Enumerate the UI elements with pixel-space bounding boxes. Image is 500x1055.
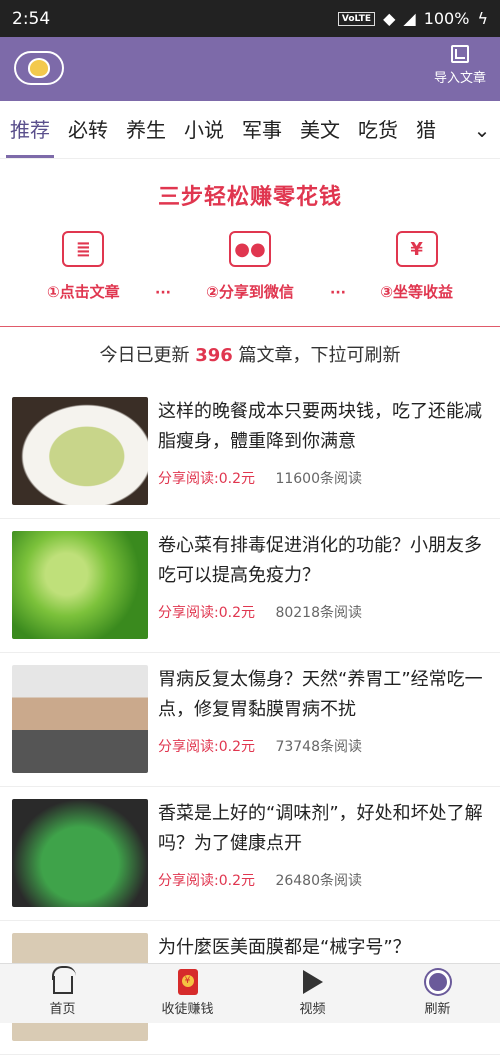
article-thumbnail: [12, 397, 148, 505]
step-separator: ···: [330, 285, 346, 301]
status-bar: 2:54 VoLTE ◆ ◢ 100% ϟ: [0, 0, 500, 37]
tab-must-share[interactable]: 必转: [68, 101, 108, 158]
update-prefix: 今日已更新: [99, 345, 190, 366]
tab-military[interactable]: 军事: [242, 101, 282, 158]
signal-icon: ◢: [403, 9, 416, 28]
share-reward: 分享阅读:0.2元: [158, 471, 255, 487]
update-suffix: 篇文章，下拉可刷新: [238, 345, 401, 366]
article-item[interactable]: 胃病反复太傷身？天然“养胃工”经常吃一点，修复胃黏膜胃病不扰 分享阅读:0.2元…: [0, 653, 500, 787]
article-meta: 分享阅读:0.2元 26480条阅读: [158, 870, 362, 890]
document-icon: ≣: [62, 231, 105, 267]
nav-label: 首页: [49, 1002, 76, 1017]
read-count: 73748条阅读: [275, 739, 362, 755]
step-share-wechat[interactable]: ●● ②分享到微信: [180, 231, 320, 302]
volte-icon: VoLTE: [337, 11, 376, 26]
nav-refresh[interactable]: 刷新: [375, 964, 500, 1023]
chevron-down-icon[interactable]: ⌄: [464, 101, 500, 158]
article-meta: 分享阅读:0.2元 73748条阅读: [158, 736, 362, 756]
step-click-article[interactable]: ≣ ①点击文章: [13, 231, 153, 302]
step-separator: ···: [155, 285, 171, 301]
nav-label: 视频: [299, 1002, 326, 1017]
share-reward: 分享阅读:0.2元: [158, 739, 255, 755]
article-thumbnail: [12, 665, 148, 773]
step-label: ①点击文章: [46, 283, 120, 301]
app-logo-icon[interactable]: [14, 51, 64, 85]
tab-recommend[interactable]: 推荐: [6, 101, 54, 158]
wifi-icon: ◆: [383, 9, 396, 28]
article-item[interactable]: 香菜是上好的“调味剂”，好处和坏处了解吗？为了健康点开 分享阅读:0.2元 26…: [0, 787, 500, 921]
tab-novel[interactable]: 小说: [184, 101, 224, 158]
bottom-nav: 首页 收徒赚钱 视频 刷新: [0, 963, 500, 1023]
red-envelope-icon: [176, 969, 200, 995]
read-count: 11600条阅读: [275, 471, 362, 487]
wechat-icon: ●●: [228, 231, 271, 267]
step-label: ③坐等收益: [380, 283, 453, 301]
earn-banner: 三步轻松赚零花钱 ≣ ①点击文章 ●● ②分享到微信 ¥ ③坐等收益 ··· ·…: [0, 159, 500, 327]
nav-label: 刷新: [424, 1002, 451, 1017]
step-wait-income[interactable]: ¥ ③坐等收益: [347, 231, 487, 302]
article-title: 这样的晚餐成本只要两块钱，吃了还能减脂瘦身，體重降到你满意: [158, 401, 482, 452]
nav-home[interactable]: 首页: [0, 964, 125, 1023]
tab-health[interactable]: 养生: [126, 101, 166, 158]
nav-video[interactable]: 视频: [250, 964, 375, 1023]
article-title: 香菜是上好的“调味剂”，好处和坏处了解吗？为了健康点开: [158, 803, 483, 854]
status-time: 2:54: [12, 8, 51, 29]
article-meta: 分享阅读:0.2元 80218条阅读: [158, 602, 362, 622]
charging-icon: ϟ: [477, 9, 488, 28]
article-thumbnail: [12, 799, 148, 907]
update-count: 396: [195, 345, 233, 366]
banner-title: 三步轻松赚零花钱: [157, 185, 342, 210]
read-count: 26480条阅读: [275, 873, 362, 889]
share-reward: 分享阅读:0.2元: [158, 605, 255, 621]
update-notice: 今日已更新 396 篇文章，下拉可刷新: [0, 327, 500, 385]
import-label: 导入文章: [433, 71, 486, 86]
refresh-icon: [425, 970, 450, 994]
import-article-button[interactable]: 导入文章: [430, 45, 490, 86]
read-count: 80218条阅读: [275, 605, 362, 621]
category-tabs: 推荐 必转 养生 小说 军事 美文 吃货 猎 ⌄: [0, 101, 500, 159]
article-item[interactable]: 这样的晚餐成本只要两块钱，吃了还能减脂瘦身，體重降到你满意 分享阅读:0.2元 …: [0, 385, 500, 519]
app-header: 导入文章: [0, 37, 500, 101]
nav-recruit[interactable]: 收徒赚钱: [125, 964, 250, 1023]
step-label: ②分享到微信: [206, 283, 294, 301]
status-icons: VoLTE ◆ ◢ 100% ϟ: [337, 9, 488, 28]
share-reward: 分享阅读:0.2元: [158, 873, 255, 889]
play-icon: [301, 970, 325, 994]
article-meta: 分享阅读:0.2元 11600条阅读: [158, 468, 362, 488]
home-icon: [51, 970, 75, 994]
banner-steps: ≣ ①点击文章 ●● ②分享到微信 ¥ ③坐等收益: [0, 231, 500, 302]
article-title: 为什麼医美面膜都是“械字号”？: [158, 937, 411, 958]
tab-foodie[interactable]: 吃货: [358, 101, 398, 158]
import-icon: [451, 45, 469, 63]
article-item[interactable]: 卷心菜有排毒促进消化的功能？小朋友多吃可以提高免疫力？ 分享阅读:0.2元 80…: [0, 519, 500, 653]
tab-partial[interactable]: 猎: [416, 101, 436, 158]
article-title: 卷心菜有排毒促进消化的功能？小朋友多吃可以提高免疫力？: [158, 535, 482, 586]
article-thumbnail: [12, 531, 148, 639]
tab-essay[interactable]: 美文: [300, 101, 340, 158]
nav-label: 收徒赚钱: [161, 1002, 214, 1017]
battery-text: 100%: [423, 9, 470, 28]
yen-icon: ¥: [395, 231, 438, 267]
article-title: 胃病反复太傷身？天然“养胃工”经常吃一点，修复胃黏膜胃病不扰: [158, 669, 483, 720]
